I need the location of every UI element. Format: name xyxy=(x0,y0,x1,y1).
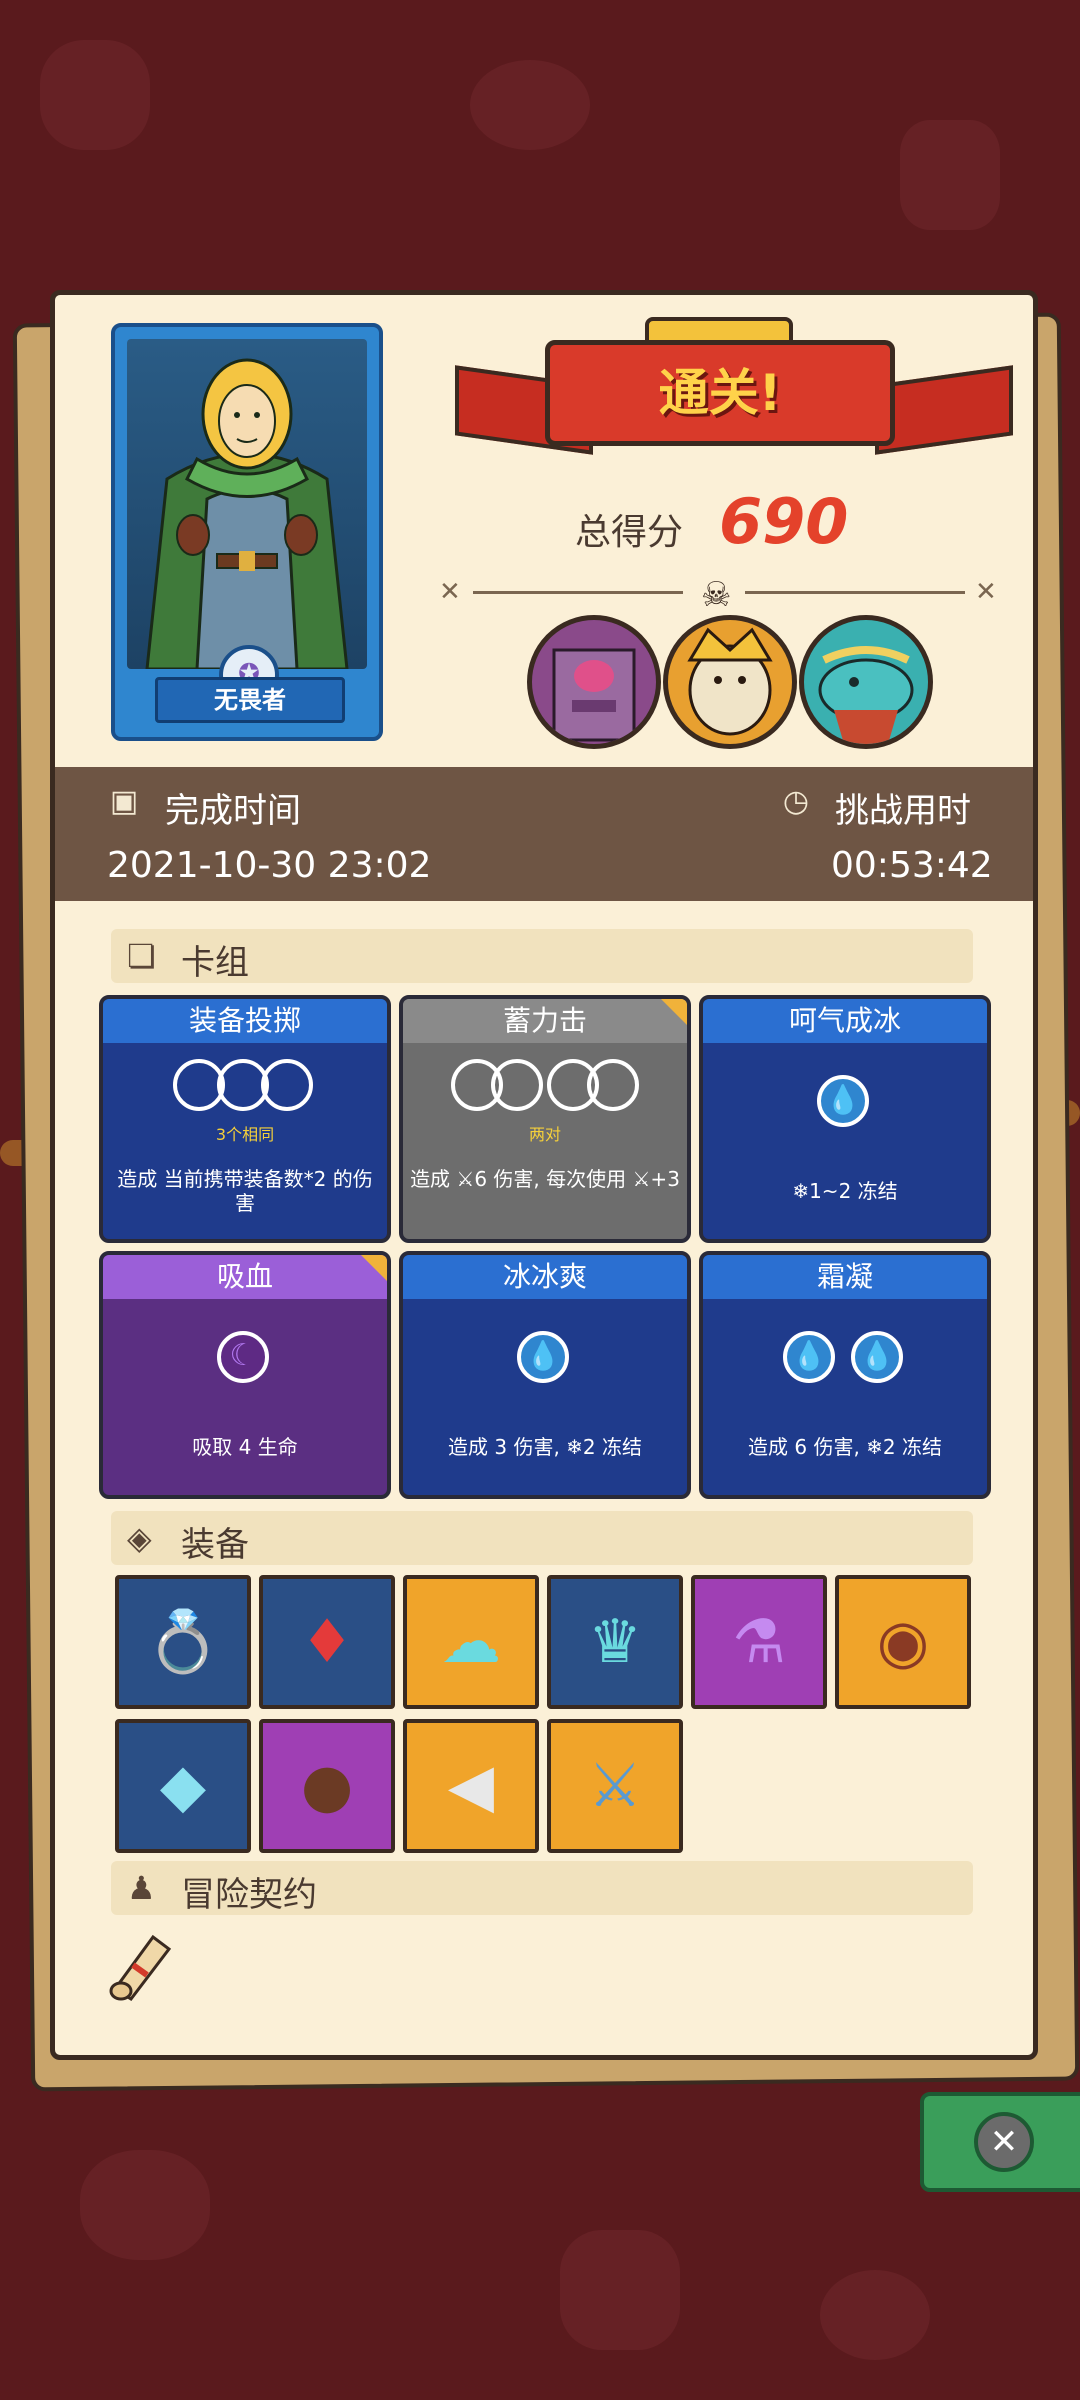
calendar-icon: ▣ xyxy=(109,784,139,819)
deck-card[interactable]: 霜凝 💧 💧 造成 6 伤害, ❄2 冻结 xyxy=(699,1251,991,1499)
duration-label: 挑战用时 xyxy=(835,791,971,831)
person-icon: ♟ xyxy=(127,1869,156,1907)
skull-icon: ☠ xyxy=(701,575,732,615)
amulet-icon: ◉ xyxy=(876,1607,930,1677)
banner-ribbon-right xyxy=(875,365,1013,455)
result-panel: ✪ 无畏者 通关! 总得分 690 ✕ ☠ ✕ ▣ 完成时间 2021-10-3… xyxy=(50,290,1038,2060)
cube-icon: ◈ xyxy=(127,1519,152,1557)
crystal-icon: ◆ xyxy=(159,1751,207,1821)
equipment-horn[interactable]: ◀ xyxy=(403,1719,539,1853)
close-icon[interactable]: ✕ xyxy=(974,2112,1034,2172)
water-drop-icon: 💧 xyxy=(817,1075,869,1127)
card-requirement: 3个相同 xyxy=(215,1125,275,1144)
ghost-icon: ☁ xyxy=(441,1607,501,1677)
section-header-equipment: ◈ 装备 xyxy=(111,1511,973,1565)
dice-slot xyxy=(491,1059,543,1111)
deck-card[interactable]: 吸血 ☾ 吸取 4 生命 xyxy=(99,1251,391,1499)
close-tab[interactable]: ✕ xyxy=(920,2092,1080,2192)
moon-icon: ☾ xyxy=(217,1331,269,1383)
bg-pattern xyxy=(560,2230,680,2350)
stopwatch-icon: ◷ xyxy=(782,784,810,819)
contract-scroll-icon[interactable] xyxy=(107,1929,175,2001)
boss-portrait-2[interactable] xyxy=(663,615,797,749)
card-description: ❄1~2 冻结 xyxy=(792,1179,898,1203)
bg-pattern xyxy=(820,2270,930,2360)
score-label: 总得分 xyxy=(575,512,684,553)
horn-icon: ◀ xyxy=(447,1751,495,1821)
card-title: 霜凝 xyxy=(703,1255,987,1299)
bg-pattern xyxy=(80,2150,210,2260)
score-value: 690 xyxy=(719,485,849,558)
deck-card[interactable]: 装备投掷 3个相同 造成 当前携带装备数*2 的伤害 xyxy=(99,995,391,1243)
card-description: 造成 当前携带装备数*2 的伤害 xyxy=(117,1167,373,1215)
card-requirement: 两对 xyxy=(528,1125,561,1144)
equipment-ruby[interactable]: ♦ xyxy=(259,1575,395,1709)
deck-card[interactable]: 蓄力击 两对 造成 ⚔6 伤害, 每次使用 ⚔+3 xyxy=(399,995,691,1243)
dice-slot xyxy=(261,1059,313,1111)
button-icon: ● xyxy=(300,1751,354,1821)
section-header-deck: ❏ 卡组 xyxy=(111,929,973,983)
dice-slot xyxy=(587,1059,639,1111)
boss-portrait-3[interactable] xyxy=(799,615,933,749)
divider-line xyxy=(473,591,683,594)
equipment-potion[interactable]: ⚗ xyxy=(691,1575,827,1709)
deck-card[interactable]: 冰冰爽 💧 造成 3 伤害, ❄2 冻结 xyxy=(399,1251,691,1499)
card-description: 吸取 4 生命 xyxy=(192,1435,298,1459)
broken-blade-icon: ⚔ xyxy=(588,1751,642,1821)
section-title: 装备 xyxy=(181,1525,249,1565)
rarity-gem xyxy=(361,1255,387,1281)
card-title: 呵气成冰 xyxy=(703,999,987,1043)
card-title: 吸血 xyxy=(103,1255,387,1299)
ice-crown-icon: ♛ xyxy=(588,1607,642,1677)
card-title: 装备投掷 xyxy=(103,999,387,1043)
equipment-button[interactable]: ● xyxy=(259,1719,395,1853)
hero-name: 无畏者 xyxy=(155,677,345,723)
divider-flourish-left: ✕ xyxy=(439,577,461,607)
hero-card[interactable]: ✪ 无畏者 xyxy=(111,323,383,741)
equipment-crystal[interactable]: ◆ xyxy=(115,1719,251,1853)
card-title: 冰冰爽 xyxy=(403,1255,687,1299)
time-info-band: ▣ 完成时间 2021-10-30 23:02 ◷ 挑战用时 00:53:42 xyxy=(55,767,1033,901)
equipment-blade[interactable]: ⚔ xyxy=(547,1719,683,1853)
water-drop-icon: 💧 xyxy=(517,1331,569,1383)
rarity-gem xyxy=(661,999,687,1025)
ruby-icon: ♦ xyxy=(300,1607,354,1677)
ring-icon: 💍 xyxy=(145,1607,221,1677)
cards-icon: ❏ xyxy=(127,937,156,975)
bg-pattern xyxy=(470,60,590,150)
potion-icon: ⚗ xyxy=(732,1607,786,1677)
divider-line xyxy=(745,591,965,594)
card-description: 造成 ⚔6 伤害, 每次使用 ⚔+3 xyxy=(410,1167,680,1191)
victory-banner: 通关! xyxy=(545,340,895,446)
section-title: 卡组 xyxy=(181,943,249,983)
equipment-amulet[interactable]: ◉ xyxy=(835,1575,971,1709)
section-header-contract: ♟ 冒险契约 xyxy=(111,1861,973,1915)
card-description: 造成 6 伤害, ❄2 冻结 xyxy=(748,1435,942,1459)
boss-portrait-1[interactable] xyxy=(527,615,661,749)
section-title: 冒险契约 xyxy=(181,1875,317,1915)
hero-portrait xyxy=(127,339,367,669)
card-description: 造成 3 伤害, ❄2 冻结 xyxy=(448,1435,642,1459)
bg-pattern xyxy=(40,40,150,150)
equipment-ring[interactable]: 💍 xyxy=(115,1575,251,1709)
card-title: 蓄力击 xyxy=(403,999,687,1043)
finish-time-value: 2021-10-30 23:02 xyxy=(107,845,432,886)
deck-card[interactable]: 呵气成冰 💧 ❄1~2 冻结 xyxy=(699,995,991,1243)
water-drop-icon: 💧 xyxy=(783,1331,835,1383)
bg-pattern xyxy=(900,120,1000,230)
finish-time-label: 完成时间 xyxy=(165,791,301,831)
water-drop-icon: 💧 xyxy=(851,1331,903,1383)
equipment-ghost[interactable]: ☁ xyxy=(403,1575,539,1709)
equipment-crown[interactable]: ♛ xyxy=(547,1575,683,1709)
duration-value: 00:53:42 xyxy=(831,845,993,886)
divider-flourish-right: ✕ xyxy=(975,577,997,607)
